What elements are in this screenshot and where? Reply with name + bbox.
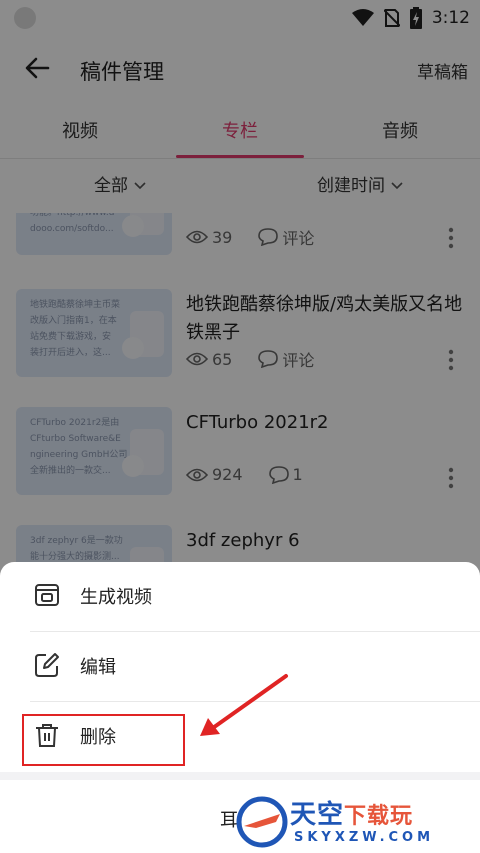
edit-label: 编辑 xyxy=(80,657,116,678)
watermark-domain: SKYXZW.COM xyxy=(294,830,435,845)
generate-video-option[interactable]: 生成视频 xyxy=(0,562,480,630)
watermark: 天空下载玩 SKYXZW.COM xyxy=(228,792,480,853)
edit-icon xyxy=(35,653,59,677)
delete-highlight-box xyxy=(22,714,185,766)
video-generate-icon xyxy=(35,584,59,606)
watermark-sub-text: 下载玩 xyxy=(344,804,414,829)
watermark-brand: 天空下载玩 xyxy=(290,794,413,831)
watermark-globe-logo-icon xyxy=(236,796,288,848)
watermark-main-text: 天空 xyxy=(290,800,345,830)
sheet-gap xyxy=(0,772,480,780)
generate-video-label: 生成视频 xyxy=(80,587,152,608)
annotation-arrow-icon xyxy=(200,674,288,736)
